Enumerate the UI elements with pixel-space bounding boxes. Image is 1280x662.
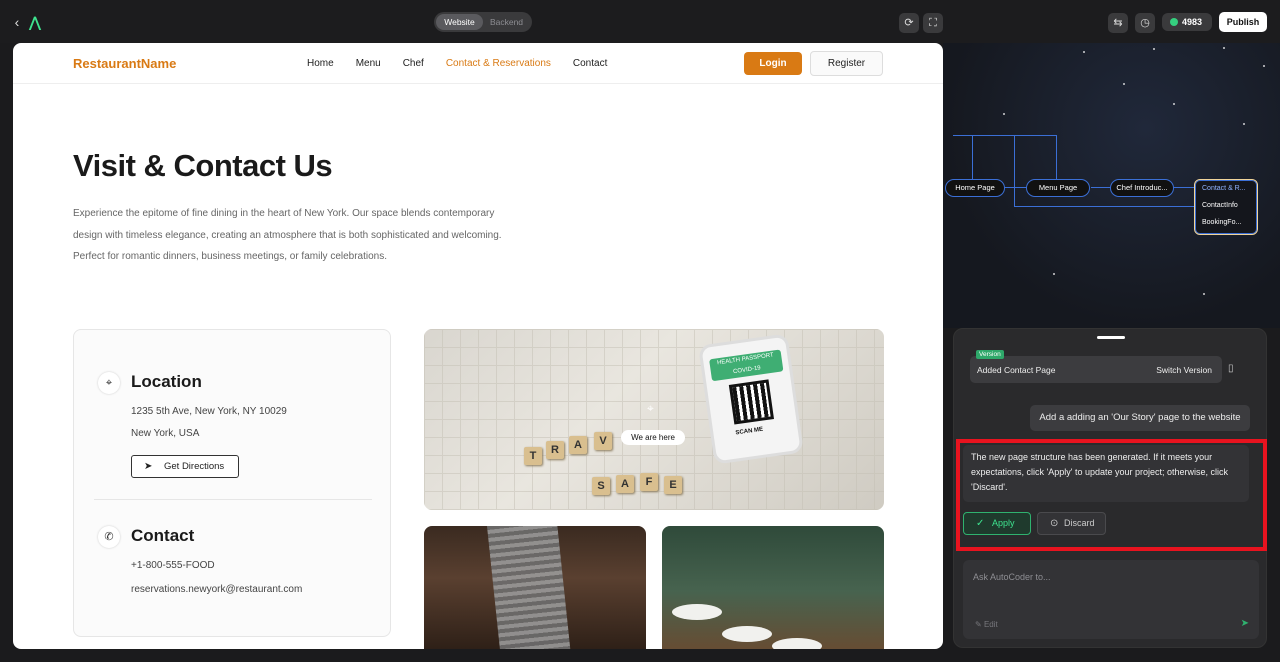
contact-card: ⌖ Location 1235 5th Ave, New York, NY 10… [73,329,391,637]
app-logo-icon[interactable]: ⋀ [26,13,44,31]
phone-image: HEALTH PASSPORT COVID-19 SCAN ME [698,333,804,465]
page-intro: Experience the epitome of fine dining in… [73,208,502,262]
version-bar: Version Added Contact Page Switch Versio… [970,350,1222,383]
login-button[interactable]: Login [744,52,802,75]
user-message: Add a adding an 'Our Story' page to the … [1030,405,1250,431]
check-circle-icon: ✓ [976,518,985,529]
apply-button[interactable]: ✓ Apply [963,512,1031,535]
nav-contact-reservations[interactable]: Contact & Reservations [446,58,551,69]
tile: E [664,476,682,494]
website-preview: RestaurantName Home Menu Chef Contact & … [13,43,943,649]
tab-website[interactable]: Website [436,14,483,30]
nav-menu[interactable]: Menu [356,58,381,69]
contact-email: reservations.newyork@restaurant.com [131,584,303,595]
credits-badge: 4983 [1162,13,1212,31]
site-nav: RestaurantName Home Menu Chef Contact & … [13,43,943,84]
map-pin-icon: ⌖ [98,372,120,394]
nav-chef[interactable]: Chef [403,58,424,69]
page-structure-graph: Home Page Menu Page Chef Introduc... Con… [943,43,1280,328]
address-line-2: New York, USA [131,428,200,439]
navigation-arrow-icon: ➤ [144,461,153,472]
tab-backend[interactable]: Backend [483,14,530,30]
credits-icon [1170,18,1178,26]
history-icon[interactable]: ◷ [1135,13,1155,33]
nav-home[interactable]: Home [307,58,334,69]
address-line-1: 1235 5th Ave, New York, NY 10029 [131,406,287,417]
chat-panel: Version Added Contact Page Switch Versio… [953,328,1267,648]
tile: V [594,432,612,450]
discard-button[interactable]: ⊙ Discard [1037,512,1106,535]
we-are-here-chip: We are here [621,430,685,445]
prompt-placeholder: Ask AutoCoder to... [973,572,1051,582]
tile: R [546,441,564,459]
version-tag: Version [976,350,1004,359]
graph-node-menu[interactable]: Menu Page [1026,179,1090,197]
prompt-input[interactable]: Ask AutoCoder to... ✎ Edit ➤ [963,560,1259,639]
tile: A [569,436,587,454]
phone-scan-label: SCAN ME [735,426,764,437]
drag-handle[interactable] [1097,336,1125,339]
qr-code-icon [728,379,775,425]
code-toggle-icon[interactable]: ⇆ [1108,13,1128,33]
graph-node-bookingform[interactable]: BookingFo... [1195,214,1257,231]
phone-icon: ✆ [98,526,120,548]
discard-circle-icon: ⊙ [1050,518,1059,529]
publish-button[interactable]: Publish [1219,12,1267,32]
register-button[interactable]: Register [810,51,883,76]
graph-node-home[interactable]: Home Page [945,179,1005,197]
refresh-icon[interactable]: ⟳ [899,13,919,33]
mode-toggle[interactable]: Website Backend [434,12,532,32]
tile: F [640,473,658,491]
card-divider [94,499,372,500]
location-title: Location [131,372,202,391]
map-pin-icon: ⌖ [647,401,654,415]
assistant-message: The new page structure has been generate… [963,445,1249,502]
graph-node-contact-group[interactable]: Contact & R... ContactInfo BookingFo... [1194,179,1258,235]
send-icon[interactable]: ➤ [1241,618,1249,629]
page-title: Visit & Contact Us [73,148,333,183]
graph-node-chef[interactable]: Chef Introduc... [1110,179,1174,197]
interior-image [424,526,646,649]
fullscreen-icon[interactable]: ⛶ [923,13,943,33]
bookmark-icon[interactable]: ▯ [1228,363,1234,374]
contact-phone: +1-800-555-FOOD [131,560,215,571]
site-logo[interactable]: RestaurantName [73,56,176,71]
graph-node-contact[interactable]: Contact & R... [1195,180,1257,197]
nav-contact[interactable]: Contact [573,58,607,69]
chevron-left-icon[interactable]: ‹ [8,13,26,31]
graph-node-contactinfo[interactable]: ContactInfo [1195,197,1257,214]
contact-title: Contact [131,526,195,545]
phone-screen-header: HEALTH PASSPORT COVID-19 [709,349,784,382]
switch-version-button[interactable]: Switch Version [1156,365,1212,375]
version-name: Added Contact Page [977,365,1056,375]
edit-toggle[interactable]: ✎ Edit [975,620,998,629]
map-image: HEALTH PASSPORT COVID-19 SCAN ME T R A V… [424,329,884,510]
top-bar: ‹ ⋀ Website Backend ⟳ ⛶ ⇆ ◷ 4983 Publish [0,0,1280,43]
tile: S [592,477,610,495]
tile: A [616,475,634,493]
dining-image [662,526,884,649]
tile: T [524,447,542,465]
nav-links: Home Menu Chef Contact & Reservations Co… [307,58,629,69]
get-directions-button[interactable]: ➤ Get Directions [131,455,239,478]
